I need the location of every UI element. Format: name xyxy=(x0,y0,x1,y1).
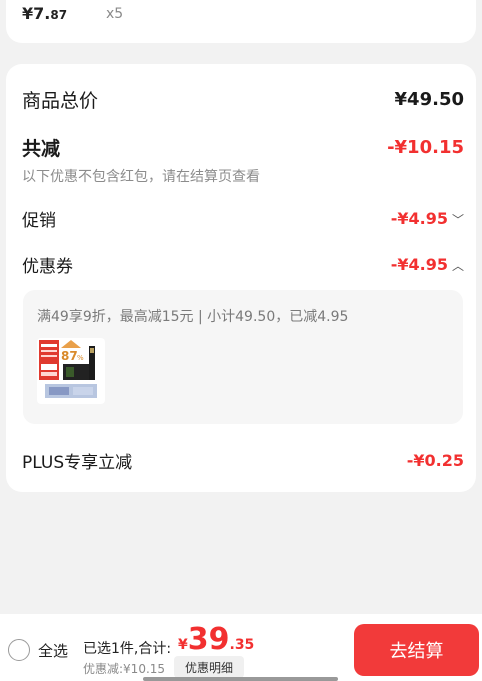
goods-total-label: 商品总价 xyxy=(22,90,99,112)
coupon-value: -¥4.95 xyxy=(390,255,448,274)
discount-detail-button[interactable]: 优惠明细 xyxy=(174,656,244,678)
item-price: ¥7.87 xyxy=(22,4,67,23)
item-price-dec: 87 xyxy=(50,8,68,22)
total-price: ¥39.35 xyxy=(178,622,254,657)
total-int: 39 xyxy=(187,622,230,657)
selected-count: 已选1件,合计: xyxy=(83,641,172,657)
total-dec: .35 xyxy=(229,637,255,653)
checkout-bar: 全选 已选1件,合计: ¥39.35 优惠减:¥10.15 优惠明细 去结算 xyxy=(0,614,482,681)
coupon-detail-box: 满49享9折，最高减15元 | 小计49.50，已减4.95 87 % xyxy=(23,290,463,424)
promo-value: -¥4.95 xyxy=(390,209,448,228)
promo-label: 促销 xyxy=(22,211,56,231)
chevron-up-icon[interactable]: ︿ xyxy=(452,257,464,274)
total-reduce-value: -¥10.15 xyxy=(387,137,464,158)
item-price-int: ¥7. xyxy=(22,4,51,23)
cart-summary-page: ¥7.87 x5 商品总价 ¥49.50 共减 -¥10.15 以下优惠不包含红… xyxy=(0,0,482,681)
goods-total-row: 商品总价 ¥49.50 xyxy=(22,86,464,113)
discount-summary: 优惠减:¥10.15 xyxy=(83,662,166,676)
svg-text:87: 87 xyxy=(61,349,78,363)
plus-label: PLUS专享立减 xyxy=(22,453,133,473)
select-all-radio-icon[interactable] xyxy=(8,639,30,661)
total-reduce-label: 共减 xyxy=(22,138,61,160)
coupon-label: 优惠券 xyxy=(22,257,73,277)
discount-note: 以下优惠不包含红包，请在结算页查看 xyxy=(22,169,260,185)
total-reduce-row: 共减 -¥10.15 xyxy=(22,134,464,161)
product-thumbnail[interactable]: 87 % xyxy=(37,338,105,404)
coupon-detail-text: 满49享9折，最高减15元 | 小计49.50，已减4.95 xyxy=(37,309,349,325)
home-indicator xyxy=(143,677,338,681)
plus-value: -¥0.25 xyxy=(406,451,464,470)
coupon-row[interactable]: 优惠券 -¥4.95 ︿ xyxy=(22,252,464,277)
promo-value-wrap: -¥4.95 ﹀ xyxy=(391,209,464,228)
select-all-label[interactable]: 全选 xyxy=(38,640,68,661)
plus-row: PLUS专享立减 -¥0.25 xyxy=(22,448,464,473)
checkout-button[interactable]: 去结算 xyxy=(354,624,479,676)
goods-total-value: ¥49.50 xyxy=(394,89,464,110)
chevron-down-icon[interactable]: ﹀ xyxy=(452,211,464,228)
cart-item-card: ¥7.87 x5 xyxy=(6,0,476,43)
price-summary-card: 商品总价 ¥49.50 共减 -¥10.15 以下优惠不包含红包，请在结算页查看… xyxy=(6,64,476,492)
item-quantity: x5 xyxy=(106,6,124,22)
promo-row[interactable]: 促销 -¥4.95 ﹀ xyxy=(22,206,464,231)
product-image-icon: 87 % xyxy=(37,338,105,404)
total-currency: ¥ xyxy=(178,637,188,653)
coupon-value-wrap: -¥4.95 ︿ xyxy=(391,255,464,274)
svg-text:%: % xyxy=(77,354,84,362)
